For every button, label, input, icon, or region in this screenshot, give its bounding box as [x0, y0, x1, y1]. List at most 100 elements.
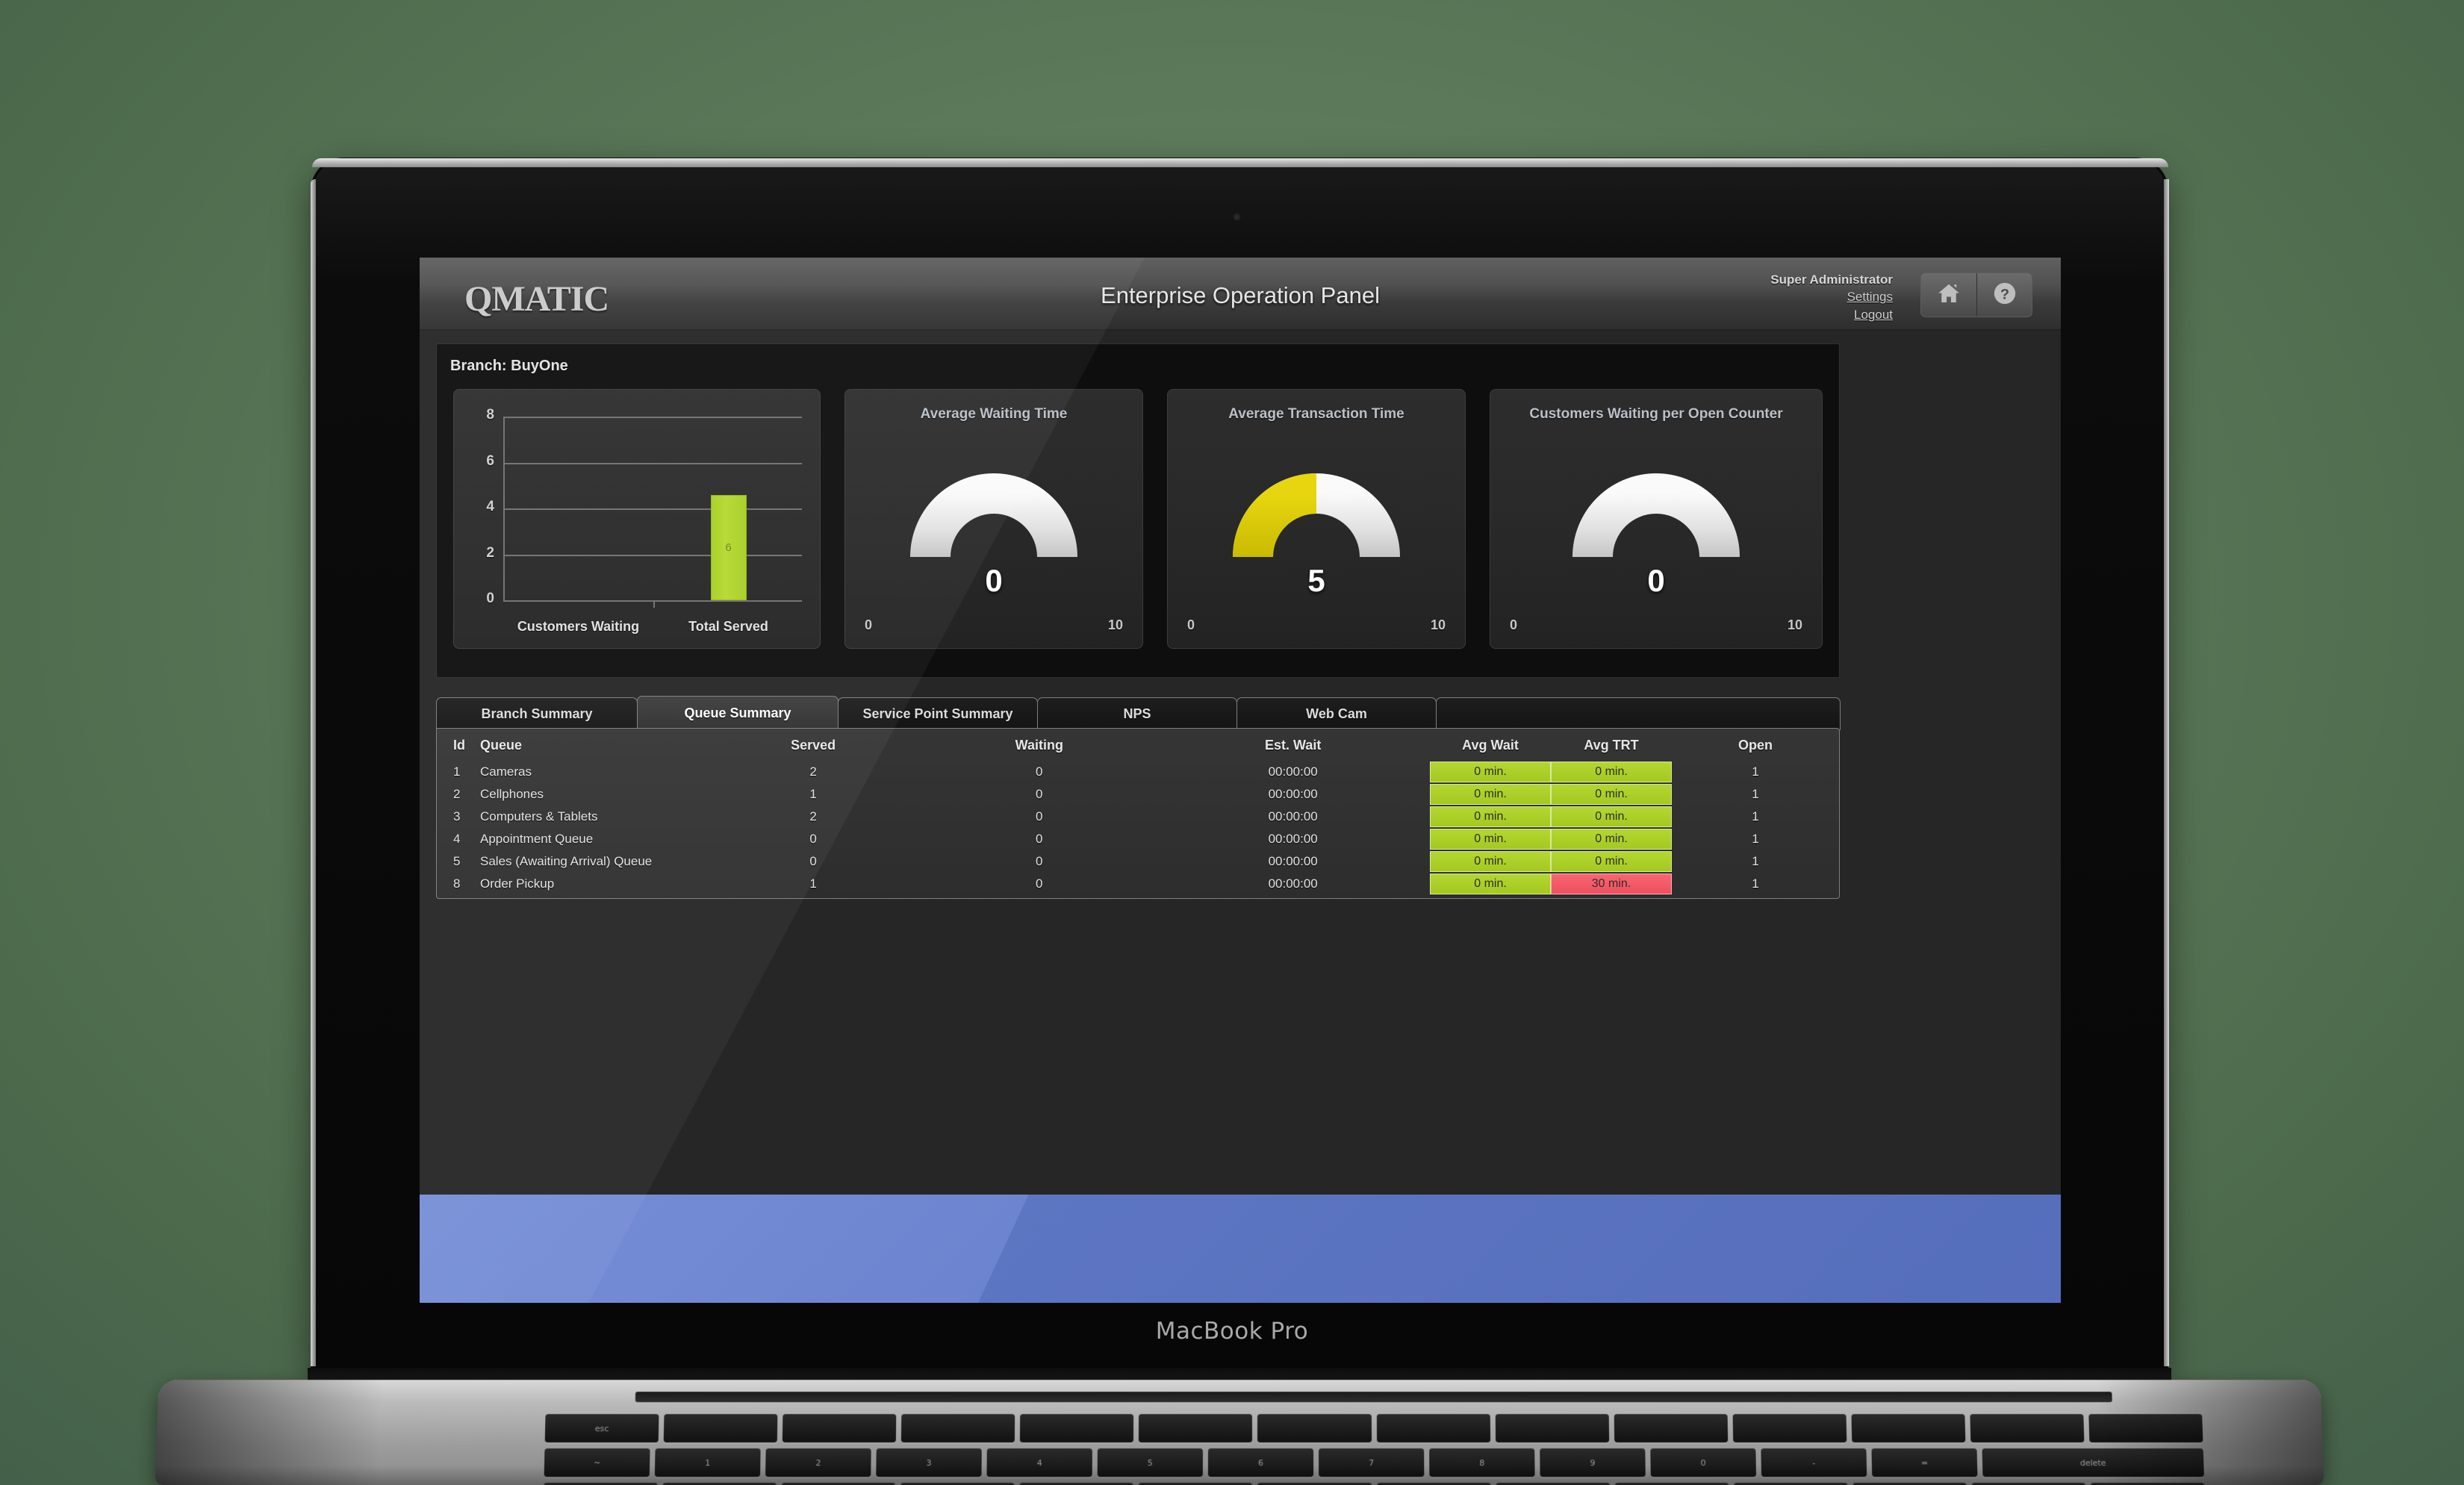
x-axis-tick: [653, 600, 655, 608]
keyboard-key: [663, 1414, 778, 1442]
cell-avg-wait-badge: 0 min.: [1430, 851, 1552, 872]
tab-web-cam[interactable]: Web Cam: [1236, 697, 1437, 730]
cell-open: 1: [1752, 809, 1759, 824]
y-axis-tick-label: 6: [486, 452, 494, 469]
keyboard-key: [1970, 1414, 2085, 1442]
chart-gridline: [503, 417, 802, 418]
cell-id: 8: [453, 877, 461, 891]
gauge-widget-average-waiting-time: Average Waiting Time 0 0 10: [844, 389, 1143, 649]
tab-filler: [1436, 697, 1841, 730]
cell-waiting: 0: [1036, 854, 1043, 868]
tab-nps[interactable]: NPS: [1037, 697, 1237, 730]
queue-summary-table-wrap: Id Queue Served Waiting Est. Wait Avg Wait Avg…: [436, 728, 1840, 899]
cell-avg-trt-badge: 0 min.: [1551, 762, 1673, 782]
keyboard-key: [1851, 1414, 1966, 1442]
cell-queue: Cellphones: [480, 787, 544, 801]
tab-bar: Branch Summary Queue Summary Service Point…: [436, 694, 1841, 730]
column-header-est-wait: Est. Wait: [1265, 738, 1322, 753]
cell-avg-wait: 0 min.: [1430, 828, 1552, 850]
cell-avg-trt-badge: 30 min.: [1551, 874, 1673, 894]
cell-served: 0: [809, 854, 817, 868]
cell-avg-trt-badge: 0 min.: [1551, 851, 1673, 872]
cell-avg-wait-badge: 0 min.: [1430, 784, 1552, 805]
x-axis-tick-label: Total Served: [688, 619, 768, 634]
cell-est-wait: 00:00:00: [1268, 854, 1318, 868]
column-header-avg-wait: Avg Wait: [1462, 738, 1519, 753]
macbook-pro-device: QMATIC Enterprise Operation Panel Super …: [0, 0, 2464, 1485]
table-row[interactable]: 8 Order Pickup 1 0 00:00:00 0 min. 30 min. 1: [437, 873, 1839, 895]
gauge-max: 10: [1787, 617, 1802, 632]
tab-branch-summary[interactable]: Branch Summary: [436, 697, 638, 730]
cell-avg-trt: 0 min.: [1551, 828, 1673, 850]
app-header: QMATIC Enterprise Operation Panel Super …: [420, 258, 2061, 330]
gauge-title: Average Waiting Time: [920, 406, 1068, 422]
keyboard-row: esc: [544, 1414, 2203, 1442]
x-axis-tick-label: Customers Waiting: [517, 619, 640, 634]
keyboard-key: [901, 1414, 1015, 1442]
tab-service-point-summary[interactable]: Service Point Summary: [838, 697, 1038, 730]
user-name: Super Administrator: [1770, 273, 1893, 287]
cell-avg-trt: 0 min.: [1551, 850, 1673, 873]
cell-open: 1: [1752, 787, 1759, 801]
svg-text:?: ?: [2000, 286, 2009, 302]
table-row[interactable]: 2 Cellphones 1 0 00:00:00 0 min. 0 min. 1: [437, 783, 1839, 806]
cell-avg-wait: 0 min.: [1430, 850, 1552, 873]
cell-id: 2: [453, 787, 461, 801]
cell-avg-trt: 0 min.: [1551, 783, 1673, 806]
desktop-sheen: [420, 1195, 2061, 1303]
column-header-served: Served: [791, 738, 836, 753]
tab-queue-summary[interactable]: Queue Summary: [637, 696, 839, 730]
chart-gridline: [503, 462, 802, 464]
cell-est-wait: 00:00:00: [1268, 832, 1318, 846]
cell-avg-trt: 0 min.: [1551, 806, 1673, 828]
cell-est-wait: 00:00:00: [1268, 787, 1318, 801]
help-icon: ?: [1992, 281, 2017, 310]
cell-id: 1: [453, 765, 461, 779]
gauge-scale: 0 10: [865, 617, 1123, 633]
keyboard-key: [1495, 1414, 1609, 1442]
cell-avg-trt: 0 min.: [1551, 761, 1673, 783]
gauge-max: 10: [1107, 617, 1123, 632]
logout-link[interactable]: Logout: [1770, 306, 1893, 323]
table-row[interactable]: 4 Appointment Queue 0 0 00:00:00 0 min. 0 min.…: [437, 828, 1839, 850]
gauge-value: 5: [1307, 563, 1325, 598]
branch-label: Branch: BuyOne: [450, 358, 568, 374]
home-icon: [1936, 281, 1961, 309]
cell-avg-wait: 0 min.: [1430, 873, 1552, 895]
home-button[interactable]: [1921, 273, 1976, 317]
table-header-row: Id Queue Served Waiting Est. Wait Avg Wait Avg…: [437, 729, 1839, 761]
gauge-title: Average Transaction Time: [1228, 406, 1404, 422]
device-brand-label: MacBook Pro: [1155, 1318, 1309, 1345]
cell-avg-wait-badge: 0 min.: [1430, 762, 1552, 782]
column-header-queue: Queue: [480, 738, 523, 753]
cell-queue: Appointment Queue: [480, 832, 594, 846]
screen-viewport: QMATIC Enterprise Operation Panel Super …: [420, 258, 2061, 1303]
gauge-value: 0: [985, 563, 1003, 598]
help-button[interactable]: ?: [1976, 273, 2032, 317]
desktop-background: [420, 1195, 2061, 1303]
gauge-scale: 0 10: [1510, 617, 1802, 633]
cell-open: 1: [1752, 877, 1759, 891]
settings-link[interactable]: Settings: [1770, 288, 1893, 305]
gauge-min: 0: [865, 617, 873, 632]
cell-est-wait: 00:00:00: [1268, 765, 1318, 779]
cell-avg-trt-badge: 0 min.: [1551, 806, 1673, 827]
cell-avg-wait-badge: 0 min.: [1430, 874, 1552, 894]
dashboard-panel: Branch: BuyOne 8 6 4 2 0 Customers Waiting 6 To…: [436, 343, 1840, 678]
user-block: Super Administrator Settings Logout: [1770, 271, 1893, 323]
cell-open: 1: [1752, 832, 1759, 846]
cell-waiting: 0: [1036, 787, 1043, 801]
table-row[interactable]: 1 Cameras 2 0 00:00:00 0 min. 0 min. 1: [437, 761, 1839, 783]
keyboard-key: [1020, 1414, 1134, 1442]
lid-right-edge: [2164, 179, 2169, 1366]
table-row[interactable]: 5 Sales (Awaiting Arrival) Queue 0 0 00:00:0…: [437, 850, 1839, 873]
cell-avg-wait: 0 min.: [1430, 761, 1552, 783]
app-body: Branch: BuyOne 8 6 4 2 0 Customers Waiting 6 To…: [420, 330, 2061, 1303]
table-row[interactable]: 3 Computers & Tablets 2 0 00:00:00 0 min. 0 mi…: [437, 806, 1839, 828]
gauge-min: 0: [1187, 617, 1195, 632]
cell-est-wait: 00:00:00: [1268, 877, 1318, 891]
base-bottom-fade: [155, 1466, 2324, 1485]
chart-gridline: [503, 600, 802, 602]
keyboard-key: [1257, 1414, 1372, 1442]
gauge-max: 10: [1430, 617, 1446, 632]
